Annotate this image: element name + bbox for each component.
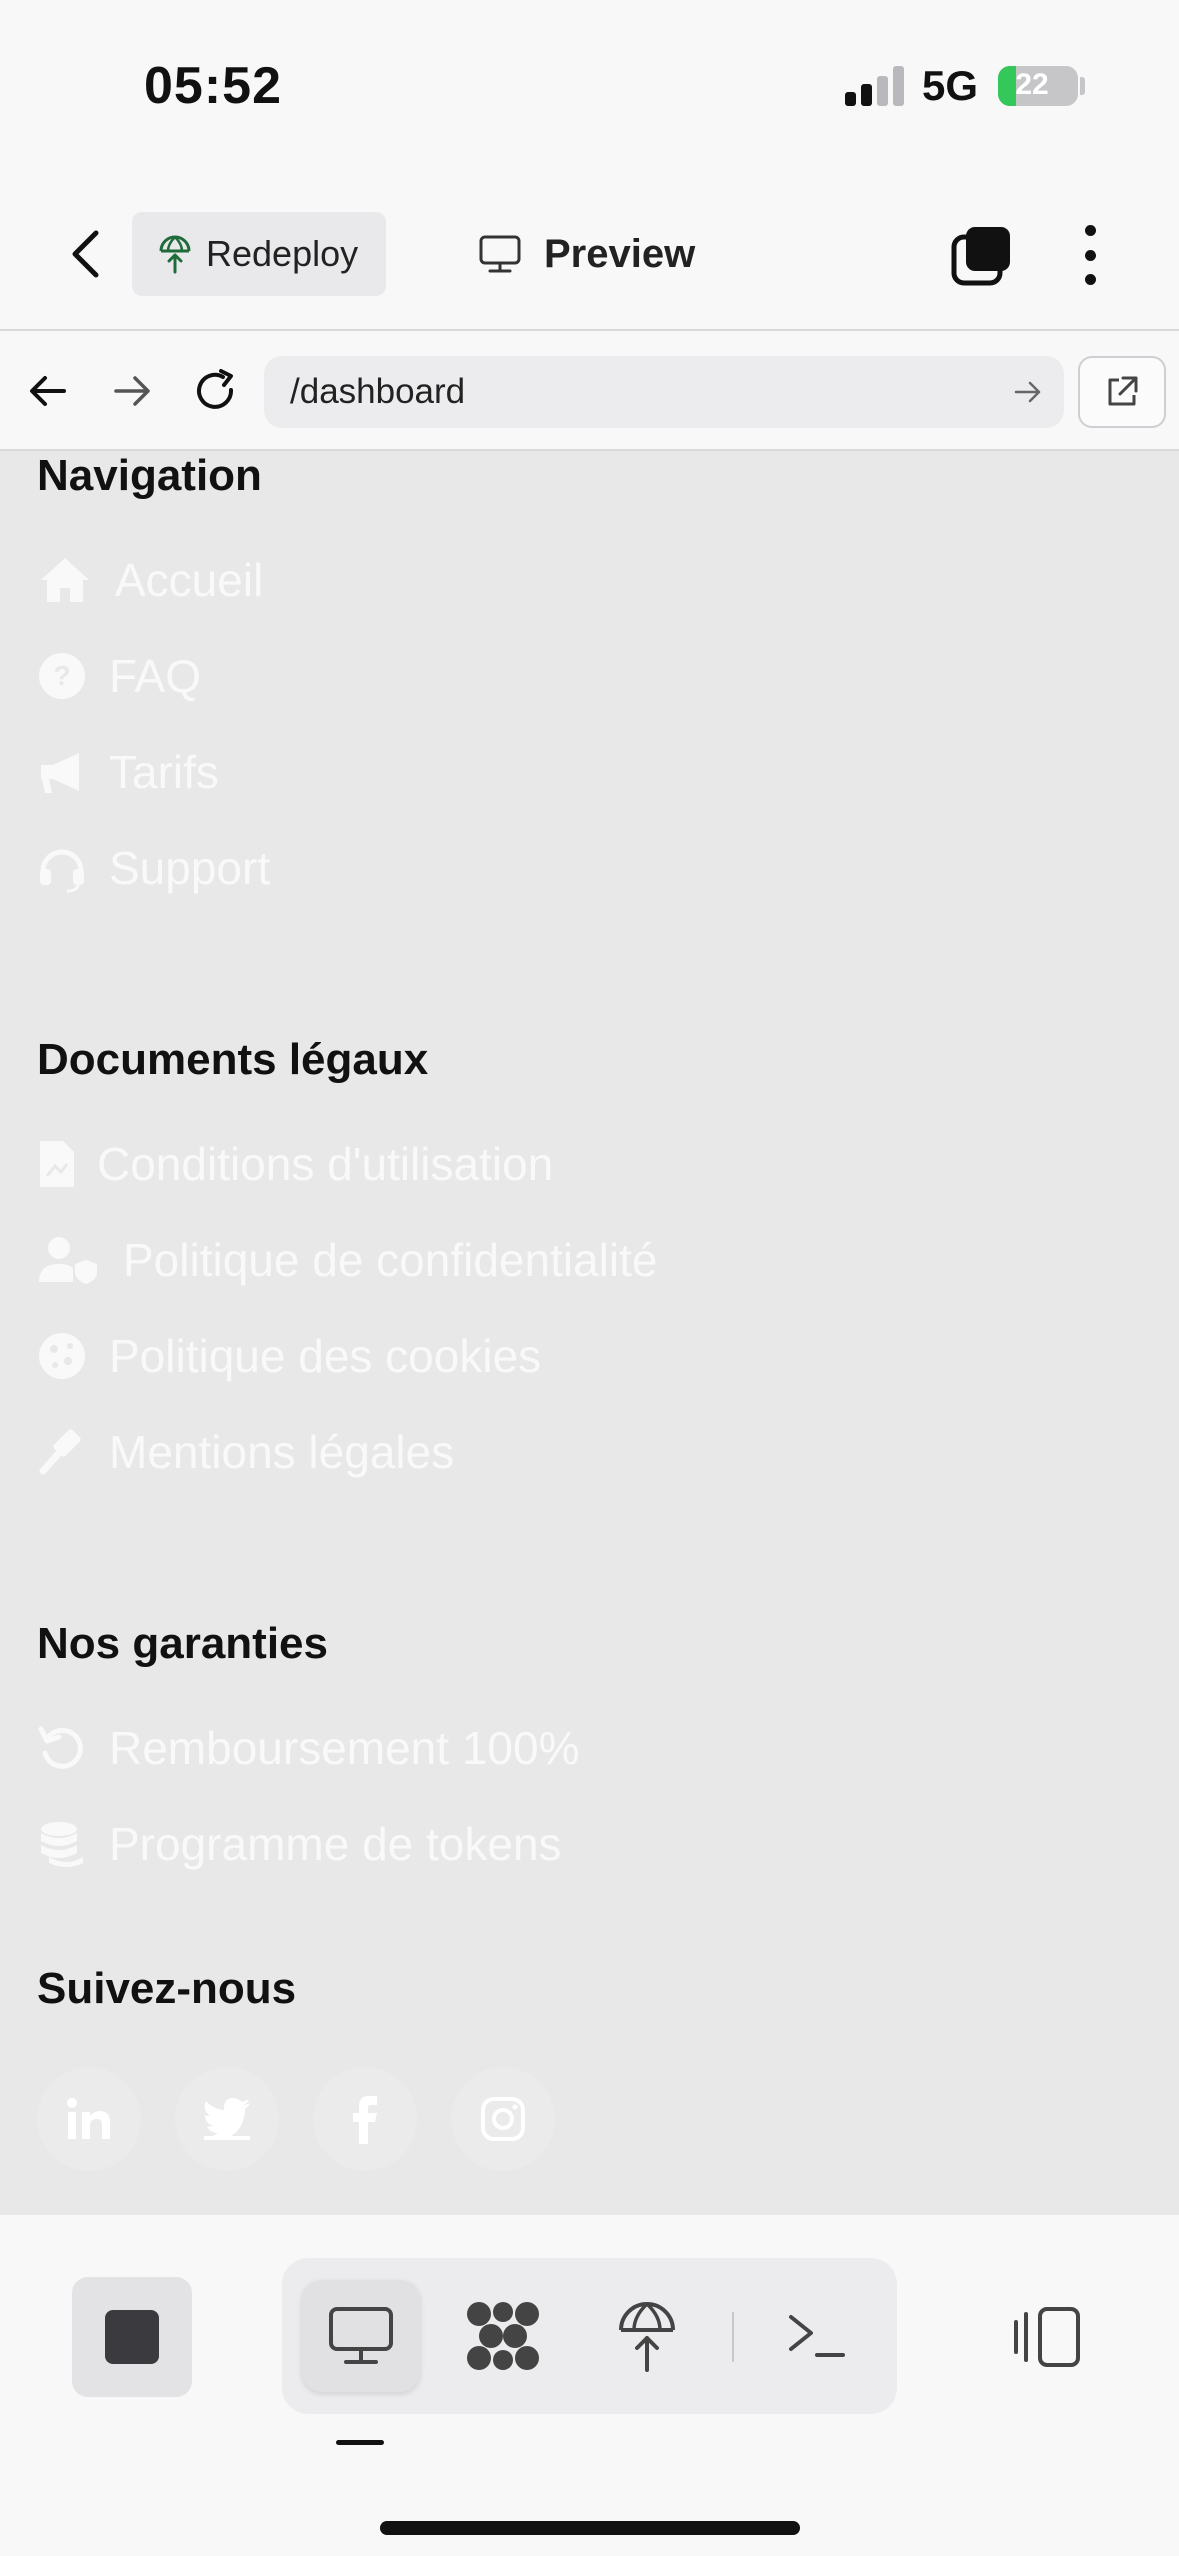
instagram-icon: [481, 2097, 525, 2141]
active-tab-indicator: [336, 2440, 384, 2445]
preview-button[interactable]: Preview: [478, 212, 695, 296]
section-title-guarantees: Nos garanties: [37, 1619, 328, 1668]
link-accueil[interactable]: Accueil: [37, 553, 263, 607]
terminal-tab[interactable]: [758, 2280, 876, 2392]
stop-icon: [105, 2310, 159, 2364]
social-links: [37, 2067, 555, 2171]
facebook-icon: [353, 2096, 377, 2144]
back-button[interactable]: [50, 219, 120, 289]
link-tarifs[interactable]: Tarifs: [37, 745, 219, 799]
signal-icon: [845, 66, 905, 106]
section-title-legal: Documents légaux: [37, 1035, 429, 1084]
link-cookies[interactable]: Politique des cookies: [37, 1329, 541, 1383]
top-toolbar: Redeploy Preview: [0, 175, 1179, 331]
preview-label: Preview: [544, 231, 696, 276]
redeploy-label: Redeploy: [206, 233, 359, 274]
browser-back-button[interactable]: [16, 359, 80, 423]
cookie-icon: [39, 1333, 85, 1379]
twitter-icon: [203, 2098, 250, 2140]
instagram-button[interactable]: [451, 2067, 555, 2171]
redeploy-button[interactable]: Redeploy: [132, 212, 386, 296]
address-bar: /dashboard: [0, 331, 1179, 451]
linkedin-button[interactable]: [37, 2067, 141, 2171]
question-icon: ?: [39, 653, 85, 699]
user-shield-icon: [39, 1237, 97, 1284]
section-title-navigation: Navigation: [37, 451, 262, 500]
svg-text:?: ?: [53, 660, 70, 691]
status-bar: 05:52 5G 22: [0, 0, 1179, 175]
switcher-divider: [732, 2312, 734, 2362]
battery-icon: 22: [998, 66, 1078, 106]
bottom-bar: [0, 2215, 1179, 2556]
nodes-icon: [467, 2302, 539, 2370]
legal-section: Documents légaux: [37, 1035, 428, 1085]
preview-tab[interactable]: [302, 2280, 420, 2392]
split-view-button[interactable]: [1004, 2295, 1088, 2379]
undo-icon: [38, 1726, 83, 1769]
integrations-tab[interactable]: [444, 2280, 562, 2392]
external-link-icon: [1108, 376, 1138, 406]
link-legal-notice[interactable]: Mentions légales: [37, 1425, 454, 1479]
chevron-left-icon: [72, 230, 99, 278]
navigation-section: Navigation: [37, 451, 262, 501]
guarantees-section: Nos garanties: [37, 1619, 328, 1669]
split-view-icon: [1014, 2307, 1080, 2367]
stop-button[interactable]: [72, 2277, 192, 2397]
monitor-icon: [479, 235, 521, 273]
link-refund[interactable]: Remboursement 100%: [37, 1721, 579, 1775]
url-field[interactable]: /dashboard: [264, 356, 1064, 428]
redeploy-icon: [159, 235, 191, 274]
link-token-program[interactable]: Programme de tokens: [37, 1817, 562, 1871]
link-privacy[interactable]: Politique de confidentialité: [37, 1233, 657, 1287]
go-arrow-icon[interactable]: [1012, 376, 1044, 408]
battery-level: 22: [1015, 68, 1049, 101]
reload-icon: [197, 369, 234, 409]
section-title-social: Suivez-nous: [37, 1964, 297, 2013]
megaphone-icon: [41, 753, 79, 793]
battery-tip: [1080, 77, 1085, 95]
arrow-right-icon: [114, 376, 150, 406]
view-switcher: [282, 2258, 897, 2414]
reload-button[interactable]: [184, 359, 248, 423]
page-content: Navigation Accueil ? FAQ Tarifs Support …: [0, 451, 1179, 2215]
link-support[interactable]: Support: [37, 841, 270, 895]
tabs-icon[interactable]: [950, 225, 1014, 289]
home-icon: [41, 558, 89, 602]
home-indicator: [380, 2521, 800, 2535]
linkedin-icon: [67, 2098, 110, 2139]
network-type: 5G: [922, 62, 979, 109]
more-options-icon[interactable]: [1060, 219, 1120, 291]
social-section: Suivez-nous: [37, 1964, 296, 2014]
link-faq[interactable]: ? FAQ: [37, 649, 201, 703]
file-document-icon: [40, 1141, 74, 1187]
headset-icon: [40, 849, 84, 893]
gavel-icon: [39, 1429, 81, 1475]
status-time: 05:52: [144, 57, 282, 115]
link-terms[interactable]: Conditions d'utilisation: [37, 1137, 553, 1191]
url-text: /dashboard: [290, 372, 466, 411]
open-external-button[interactable]: [1078, 356, 1166, 428]
facebook-button[interactable]: [313, 2067, 417, 2171]
terminal-icon: [789, 2315, 845, 2357]
twitter-button[interactable]: [175, 2067, 279, 2171]
monitor-icon: [329, 2307, 393, 2364]
deploy-icon: [619, 2302, 675, 2372]
deploy-tab[interactable]: [588, 2280, 706, 2392]
coins-icon: [41, 1822, 83, 1867]
browser-forward-button[interactable]: [100, 359, 164, 423]
arrow-left-icon: [30, 376, 66, 406]
